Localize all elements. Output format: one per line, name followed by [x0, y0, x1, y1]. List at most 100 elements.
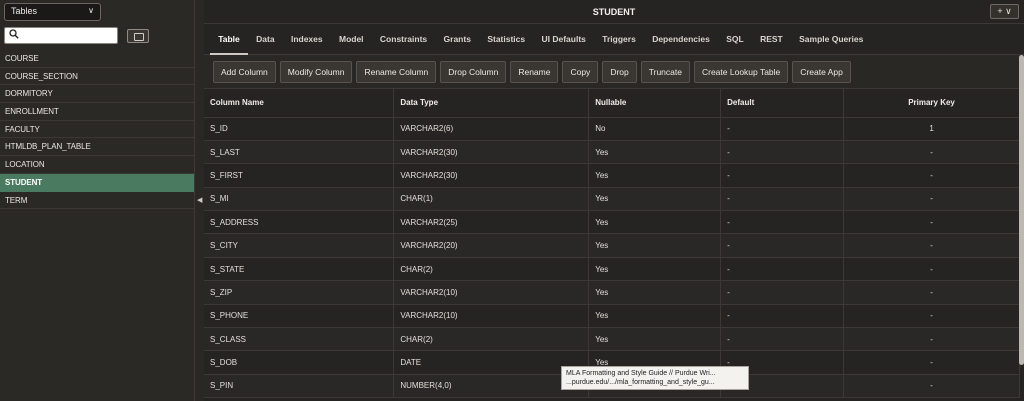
add-column-button[interactable]: Add Column [213, 60, 276, 83]
cell-column-name: S_ID [204, 117, 395, 141]
object-type-select[interactable]: Tables ∨ [4, 3, 101, 21]
cell-data-type: VARCHAR2(10) [393, 304, 590, 329]
header-primary-key[interactable]: Primary Key [843, 89, 1020, 118]
search-input[interactable] [4, 27, 118, 44]
cell-primary-key: - [843, 280, 1020, 305]
cell-column-name: S_PHONE [204, 304, 395, 329]
cell-data-type: NUMBER(4,0) [393, 374, 590, 399]
rename-column-button[interactable]: Rename Column [356, 60, 437, 83]
cell-nullable: Yes [588, 257, 722, 282]
cell-data-type: VARCHAR2(6) [393, 117, 590, 141]
table-row[interactable]: S_LAST VARCHAR2(30) Yes - - [204, 140, 1020, 165]
table-row[interactable]: S_CLASS CHAR(2) Yes - - [204, 327, 1020, 352]
tab-sample-queries[interactable]: Sample Queries [791, 24, 872, 55]
cell-data-type: VARCHAR2(30) [393, 163, 590, 188]
cell-nullable: Yes [588, 163, 722, 188]
cell-data-type: VARCHAR2(10) [393, 280, 590, 305]
table-body: S_ID VARCHAR2(6) No -1 S_LAST VARCHAR2(30) Yes… [204, 117, 1020, 399]
search-row [4, 27, 190, 44]
sidebar-controls: Tables ∨ [0, 0, 194, 50]
copy-button[interactable]: Copy [562, 60, 599, 83]
sidebar-item-location[interactable]: LOCATION [0, 156, 194, 174]
cell-column-name: S_DOB [204, 350, 395, 375]
cell-column-name: S_CLASS [204, 327, 395, 352]
truncate-button[interactable]: Truncate [640, 60, 690, 83]
tab-model[interactable]: Model [331, 24, 372, 55]
table-row[interactable]: S_PHONE VARCHAR2(10) Yes - - [204, 304, 1020, 329]
tooltip-title: MLA Formatting and Style Guide // Purdue… [566, 370, 716, 377]
filter-options-button[interactable] [127, 28, 149, 43]
table-row[interactable]: S_STATE CHAR(2) Yes - - [204, 257, 1020, 282]
table-row[interactable]: S_CITY VARCHAR2(20) Yes - - [204, 233, 1020, 258]
cell-nullable: Yes [588, 327, 722, 352]
cell-default: - [720, 233, 845, 258]
table-row[interactable]: S_MI CHAR(1) Yes - - [204, 187, 1020, 212]
cell-primary-key: - [843, 327, 1020, 352]
table-row[interactable]: S_ZIP VARCHAR2(10) Yes - - [204, 280, 1020, 305]
tab-sql[interactable]: SQL [718, 24, 752, 55]
cell-column-name: S_STATE [204, 257, 395, 282]
cell-nullable: Yes [588, 304, 722, 329]
create-lookup-table-button[interactable]: Create Lookup Table [693, 60, 789, 83]
tab-triggers[interactable]: Triggers [594, 24, 644, 55]
tab-statistics[interactable]: Statistics [479, 24, 533, 55]
chevron-down-icon: ∨ [88, 6, 94, 15]
sidebar-item-faculty[interactable]: FACULTY [0, 121, 194, 139]
cell-primary-key: - [843, 210, 1020, 235]
header-data-type[interactable]: Data Type [393, 89, 590, 118]
drop-column-button[interactable]: Drop Column [440, 60, 507, 83]
header-default[interactable]: Default [720, 89, 845, 118]
cell-default: - [720, 187, 845, 212]
tab-constraints[interactable]: Constraints [372, 24, 436, 55]
cell-default: - [720, 304, 845, 329]
link-tooltip: MLA Formatting and Style Guide // Purdue… [561, 366, 749, 390]
tab-table[interactable]: Table [210, 24, 248, 55]
modify-column-button[interactable]: Modify Column [279, 60, 353, 83]
cell-data-type: DATE [393, 350, 590, 375]
action-toolbar: Add Column Modify Column Rename Column Drop… [204, 55, 1024, 89]
header-column-name[interactable]: Column Name [204, 89, 395, 118]
tab-rest[interactable]: REST [752, 24, 791, 55]
vertical-scrollbar[interactable] [1019, 55, 1024, 365]
table-row[interactable]: S_ADDRESS VARCHAR2(25) Yes - - [204, 210, 1020, 235]
rename-button[interactable]: Rename [510, 60, 559, 83]
drop-button[interactable]: Drop [602, 60, 637, 83]
sidebar-item-course[interactable]: COURSE [0, 50, 194, 68]
create-app-button[interactable]: Create App [792, 60, 851, 83]
collapse-arrow-icon[interactable]: ◀ [197, 196, 202, 204]
main-panel: STUDENT + ∨ Table Data Indexes Model Constra… [204, 0, 1024, 401]
cell-primary-key: - [843, 257, 1020, 282]
sidebar-splitter[interactable]: ◀ [195, 0, 204, 401]
table-row[interactable]: S_FIRST VARCHAR2(30) Yes - - [204, 163, 1020, 188]
cell-default: - [720, 210, 845, 235]
tooltip-url: ...purdue.edu/.../mla_formatting_and_sty… [566, 379, 715, 386]
sidebar-item-course-section[interactable]: COURSE_SECTION [0, 68, 194, 86]
cell-primary-key: - [843, 350, 1020, 375]
cell-nullable: Yes [588, 280, 722, 305]
columns-table: Column Name Data Type Nullable Default P… [204, 89, 1020, 399]
cell-default: - [720, 117, 845, 141]
cell-nullable: Yes [588, 187, 722, 212]
cell-column-name: S_ADDRESS [204, 210, 395, 235]
sidebar-item-enrollment[interactable]: ENROLLMENT [0, 103, 194, 121]
sidebar-item-dormitory[interactable]: DORMITORY [0, 85, 194, 104]
tab-dependencies[interactable]: Dependencies [644, 24, 718, 55]
table-header-row: Column Name Data Type Nullable Default P… [204, 89, 1020, 118]
sidebar-item-student[interactable]: STUDENT [0, 173, 194, 192]
add-menu-button[interactable]: + ∨ [990, 4, 1019, 19]
tab-ui-defaults[interactable]: UI Defaults [533, 24, 594, 55]
cell-nullable: Yes [588, 140, 722, 165]
table-list: COURSE COURSE_SECTION DORMITORY ENROLLMENT F… [0, 50, 194, 210]
table-row[interactable]: S_ID VARCHAR2(6) No -1 [204, 117, 1020, 141]
cell-default: - [720, 280, 845, 305]
cell-data-type: VARCHAR2(30) [393, 140, 590, 165]
tab-data[interactable]: Data [248, 24, 283, 55]
sidebar-item-term[interactable]: TERM [0, 192, 194, 210]
tab-grants[interactable]: Grants [435, 24, 479, 55]
header-nullable[interactable]: Nullable [588, 89, 722, 118]
tab-indexes[interactable]: Indexes [283, 24, 331, 55]
cell-data-type: CHAR(2) [393, 257, 590, 282]
object-type-label: Tables [11, 6, 38, 16]
sidebar-item-htmldb-plan-table[interactable]: HTMLDB_PLAN_TABLE [0, 138, 194, 157]
app-window: Tables ∨ COURSE COURSE_SECTION DORMITORY EN… [0, 0, 1024, 401]
